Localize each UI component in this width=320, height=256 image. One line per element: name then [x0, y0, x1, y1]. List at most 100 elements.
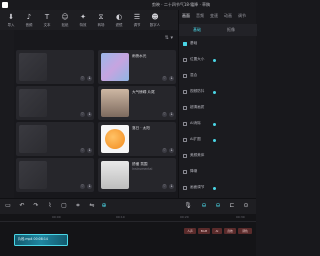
tool-sticker[interactable]: ☺ 贴纸	[56, 13, 74, 29]
checkbox[interactable]	[183, 74, 187, 78]
download-icon[interactable]: ↓	[87, 184, 92, 189]
checkbox[interactable]	[183, 154, 187, 158]
tool-transition[interactable]: ⧖ 转场	[92, 13, 110, 29]
crop-icon[interactable]: ⌗	[74, 202, 82, 210]
thumbnail	[19, 161, 47, 189]
thumbnail	[101, 161, 129, 189]
checkbox[interactable]	[183, 58, 187, 62]
transition-icon: ⧖	[98, 13, 104, 21]
track-tag[interactable]: AI	[212, 228, 222, 234]
prop-denoise[interactable]: 降噪	[183, 168, 255, 177]
delete-icon[interactable]: ▢	[60, 202, 68, 210]
media-card[interactable]: ♡ ↓	[16, 158, 94, 192]
prop-ai-expand[interactable]: AI扩图	[183, 136, 255, 145]
new-dot-icon	[213, 123, 216, 126]
media-card[interactable]: 雨夜水光 ♡ ↓	[98, 50, 176, 84]
prop-hd[interactable]: 超清画质	[183, 104, 255, 113]
checkbox[interactable]	[183, 186, 187, 190]
zoom-icon[interactable]: ⊙	[242, 202, 250, 210]
favorite-icon[interactable]: ♡	[80, 184, 85, 189]
media-card[interactable]: 大气磅礴 片尾 ♡ ↓	[98, 86, 176, 120]
mirror-icon[interactable]: ⇋	[88, 202, 96, 210]
download-icon[interactable]: ↓	[169, 76, 174, 81]
adjust-icon: ☰	[133, 13, 141, 21]
favorite-icon[interactable]: ♡	[162, 184, 167, 189]
tool-import[interactable]: ⬇ 导入	[2, 13, 20, 29]
favorite-icon[interactable]: ♡	[162, 112, 167, 117]
download-icon[interactable]: ↓	[87, 112, 92, 117]
favorite-icon[interactable]: ♡	[80, 112, 85, 117]
select-icon[interactable]: ▭	[4, 202, 12, 210]
prop-color-adjust[interactable]: 画面调节	[183, 184, 255, 193]
checkbox[interactable]	[183, 106, 187, 110]
track-tag[interactable]: BGM	[198, 228, 210, 234]
new-dot-icon	[213, 91, 216, 94]
timeline[interactable]: 00:00 00:10 00:20 00:30 人声 BGM AI 音效 调色 …	[0, 214, 256, 256]
sort-icon[interactable]: ⇅ ▾	[165, 35, 173, 41]
media-card[interactable]: ♡ ↓	[16, 122, 94, 156]
effects-icon: ✦	[80, 13, 86, 21]
prop-stabilize[interactable]: 视频防抖	[183, 88, 255, 97]
thumbnail	[19, 125, 47, 153]
tool-filter[interactable]: ◐ 滤镜	[110, 13, 128, 29]
media-card[interactable]: ♡ ↓	[16, 86, 94, 120]
link-icon[interactable]: ⊖	[200, 202, 208, 210]
filter-icon: ◐	[115, 13, 123, 21]
tool-text[interactable]: T 文本	[38, 13, 56, 29]
magnet-icon[interactable]: ⊖	[214, 202, 222, 210]
track-tag[interactable]: 人声	[184, 228, 196, 234]
card-title: 雨夜水光	[132, 54, 147, 58]
import-icon: ⬇	[8, 13, 14, 21]
tab-speed[interactable]: 变速	[210, 13, 218, 19]
media-card[interactable]: 舒缓 氛围 Instrumental ♡ ↓	[98, 158, 176, 192]
checkbox[interactable]	[183, 42, 187, 46]
download-icon[interactable]: ↓	[87, 76, 92, 81]
microphone-icon[interactable]: 🎙	[184, 202, 192, 210]
tab-animation[interactable]: 动画	[224, 13, 232, 19]
download-icon[interactable]: ↓	[87, 148, 92, 153]
timeline-ruler: 00:00 00:10 00:20 00:30	[0, 214, 256, 222]
undo-icon[interactable]: ↶	[18, 202, 26, 210]
ai-tool-icon[interactable]: ⊕	[100, 202, 108, 210]
title-bar: 剪映 · 二十四节气18·霜降 · 草稿	[0, 0, 256, 10]
prop-position-size[interactable]: 位置大小	[183, 56, 255, 65]
tool-avatar[interactable]: ☻ 数字人	[146, 13, 164, 29]
tool-adjust[interactable]: ☰ 调节	[128, 13, 146, 29]
favorite-icon[interactable]: ♡	[162, 148, 167, 153]
subtab-cutout[interactable]: 抠像	[227, 27, 235, 33]
tool-effects[interactable]: ✦ 特效	[74, 13, 92, 29]
checkbox[interactable]	[183, 122, 187, 126]
video-clip[interactable]: 片段.mp4 00:08:14	[14, 234, 68, 246]
prop-basic[interactable]: 基础	[183, 40, 255, 49]
tab-canvas[interactable]: 画面	[182, 13, 190, 19]
tool-audio[interactable]: ♪ 音频	[20, 13, 38, 29]
download-icon[interactable]: ↓	[169, 184, 174, 189]
download-icon[interactable]: ↓	[169, 112, 174, 117]
tab-adjust[interactable]: 调节	[238, 13, 246, 19]
track-tag[interactable]: 音效	[224, 228, 236, 234]
subtab-basic[interactable]: 基础	[193, 27, 201, 33]
new-dot-icon	[213, 139, 216, 142]
redo-icon[interactable]: ↷	[32, 202, 40, 210]
prop-beauty[interactable]: 美颜美体	[183, 152, 255, 161]
checkbox[interactable]	[183, 90, 187, 94]
checkbox[interactable]	[183, 138, 187, 142]
tab-audio[interactable]: 音频	[196, 13, 204, 19]
favorite-icon[interactable]: ♡	[80, 76, 85, 81]
card-title: 大气磅礴 片尾	[132, 90, 155, 94]
grid-topbar: ⇅ ▾	[14, 30, 178, 50]
favorite-icon[interactable]: ♡	[162, 76, 167, 81]
card-title: 舒缓 氛围	[132, 162, 148, 166]
preview-axis-icon[interactable]: ⊏	[228, 202, 236, 210]
favorite-icon[interactable]: ♡	[80, 148, 85, 153]
download-icon[interactable]: ↓	[169, 148, 174, 153]
split-icon[interactable]: ⌇	[46, 202, 54, 210]
new-dot-icon	[213, 59, 216, 62]
media-card[interactable]: 落日 · 太阳 ♡ ↓	[98, 122, 176, 156]
media-card[interactable]: ♡ ↓	[16, 50, 94, 84]
track-tag[interactable]: 调色	[238, 228, 252, 234]
sticker-icon: ☺	[61, 13, 69, 21]
prop-ai-erase[interactable]: AI消除	[183, 120, 255, 129]
prop-blend[interactable]: 混合	[183, 72, 255, 81]
checkbox[interactable]	[183, 170, 187, 174]
